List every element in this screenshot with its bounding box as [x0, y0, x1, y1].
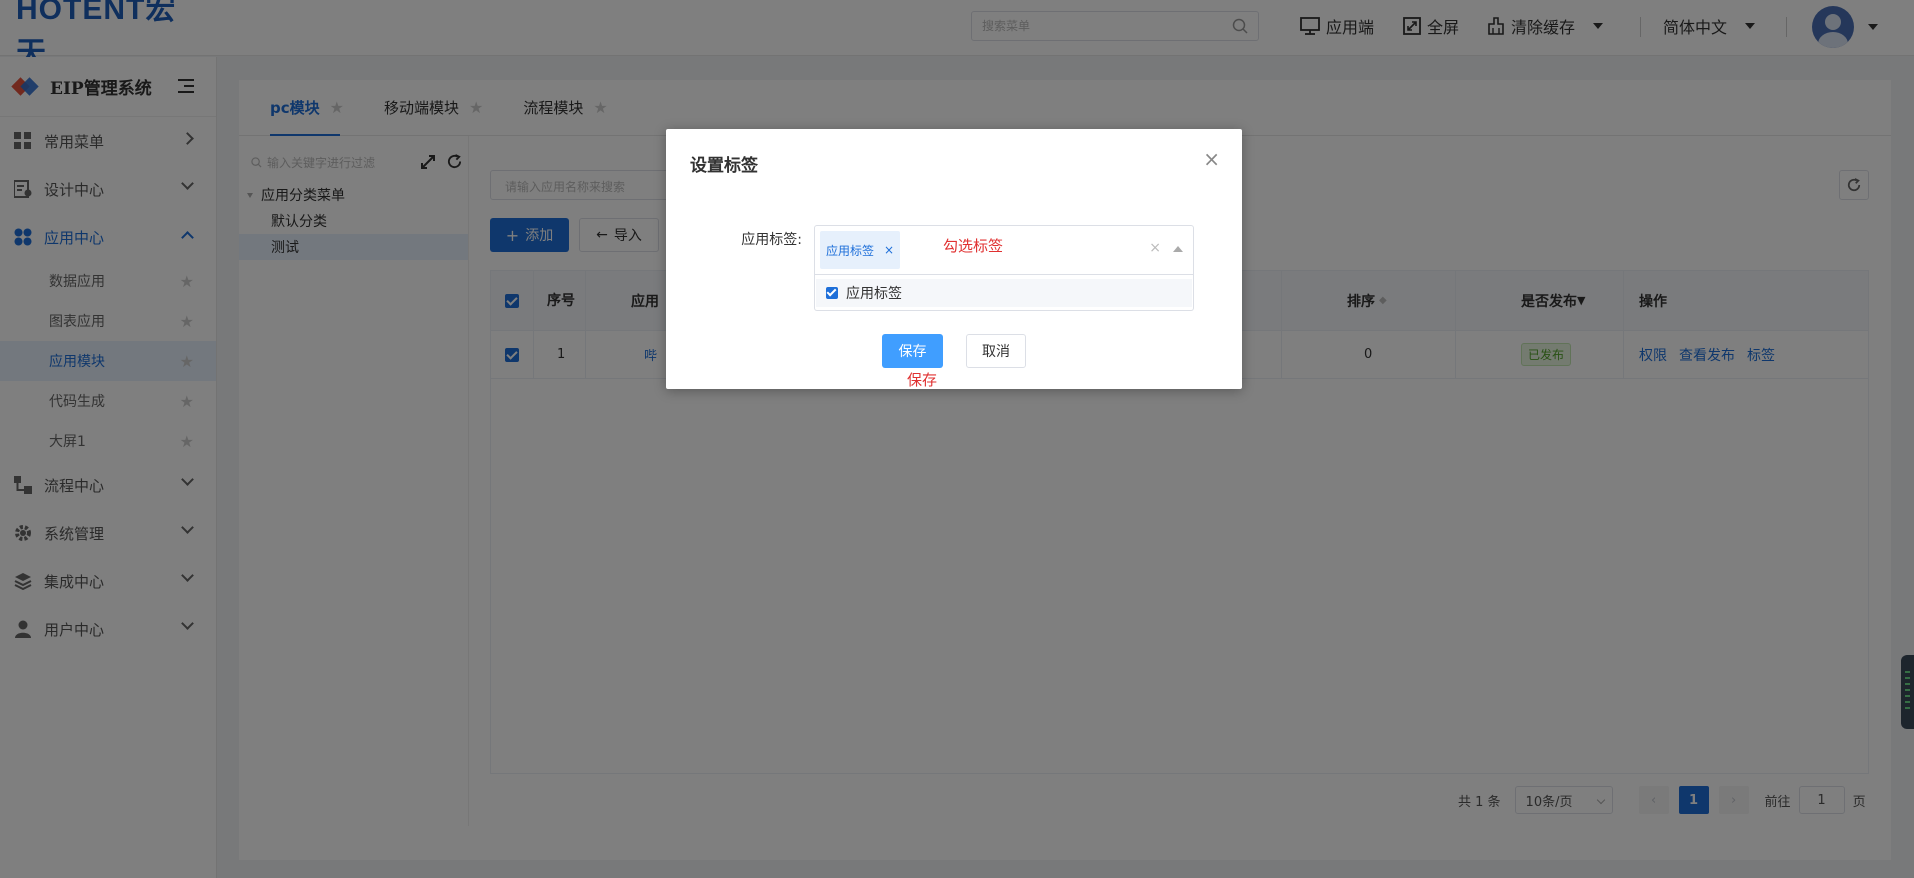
set-tag-dialog: 设置标签 × 应用标签: 应用标签 × 勾选标签 × 应用标签 保存 取消 保存: [666, 129, 1242, 389]
save-hint-annotation: 保存: [907, 371, 938, 389]
close-icon[interactable]: ×: [1203, 149, 1220, 169]
clear-icon[interactable]: ×: [1149, 240, 1161, 256]
dialog-title: 设置标签: [690, 156, 758, 176]
tag-field-label: 应用标签:: [741, 232, 802, 248]
tag-select[interactable]: 应用标签 × 勾选标签 ×: [814, 225, 1194, 275]
tag-option[interactable]: 应用标签: [816, 279, 1192, 307]
selected-tag-chip: 应用标签 ×: [820, 231, 901, 269]
save-button[interactable]: 保存: [882, 334, 943, 368]
option-checkbox[interactable]: [826, 287, 838, 299]
remove-tag-icon[interactable]: ×: [884, 243, 894, 257]
cancel-button[interactable]: 取消: [966, 334, 1026, 368]
select-hint-annotation: 勾选标签: [943, 237, 1004, 255]
caret-up-icon[interactable]: [1173, 246, 1183, 252]
tag-dropdown: 应用标签: [814, 275, 1194, 311]
